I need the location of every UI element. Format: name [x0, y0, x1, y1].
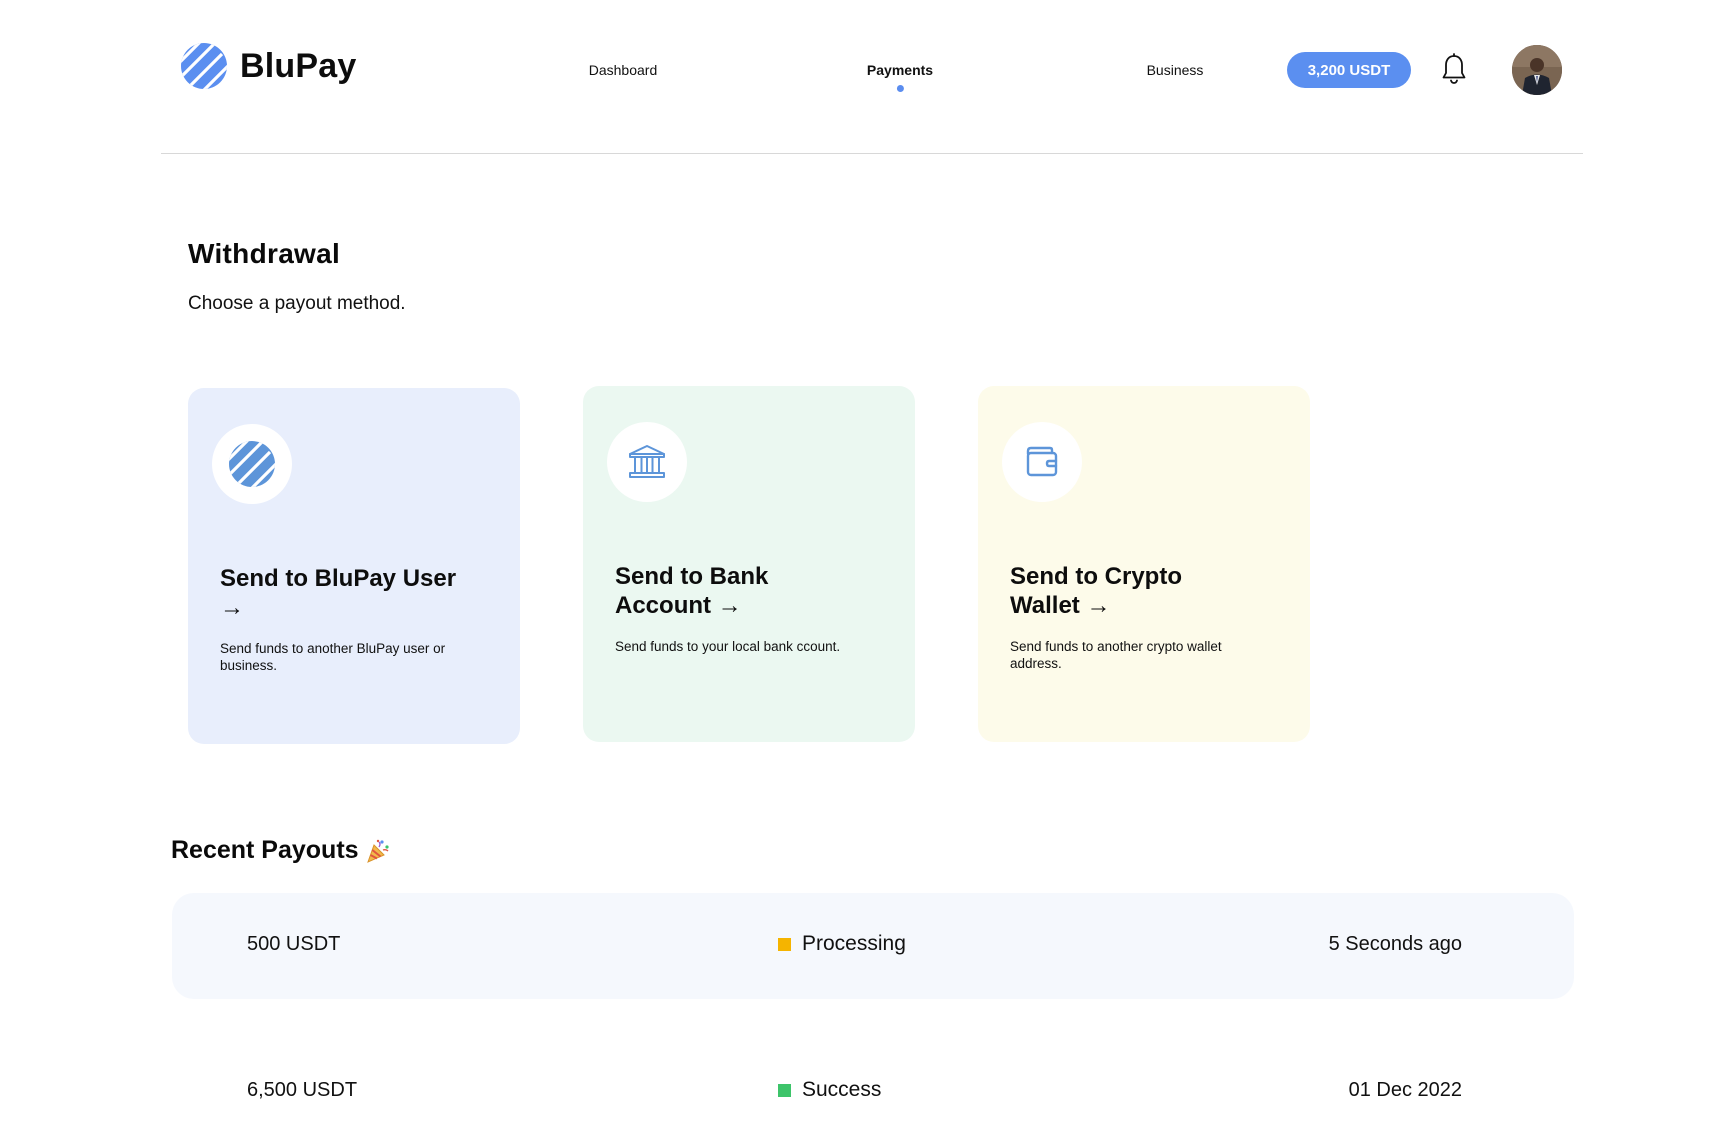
- page-title: Withdrawal: [188, 238, 341, 269]
- payout-status-label: Processing: [802, 932, 906, 955]
- card-description: Send funds to another crypto wallet addr…: [1010, 639, 1222, 671]
- blupay-logo-icon: [181, 43, 227, 89]
- card-title: Send to BluPay User →: [220, 565, 457, 621]
- active-nav-indicator: [896, 85, 904, 92]
- card-icon-badge: [1002, 422, 1082, 502]
- payout-status-label: Success: [802, 1078, 882, 1101]
- send-to-crypto-wallet-card[interactable]: Send to Crypto Wallet → Send funds to an…: [978, 386, 1310, 742]
- send-to-bank-account-card[interactable]: Send to Bank Account → Send funds to you…: [583, 386, 915, 742]
- nav-payments[interactable]: Payments: [866, 62, 934, 92]
- recent-payouts-title-text: Recent Payouts: [171, 836, 359, 864]
- payout-row[interactable]: 6,500 USDT Success 01 Dec 2022: [172, 1039, 1574, 1145]
- brand-name: BluPay: [240, 46, 357, 85]
- nav-dashboard[interactable]: Dashboard: [589, 62, 658, 78]
- payout-amount: 6,500 USDT: [247, 1079, 358, 1101]
- bell-icon[interactable]: [1440, 52, 1468, 86]
- top-header: BluPay Dashboard Payments Business 3,200…: [0, 0, 1728, 154]
- card-description: Send funds to your local bank ccount.: [615, 639, 841, 654]
- card-title: Send to Crypto Wallet →: [1010, 563, 1182, 619]
- party-popper-icon: [365, 838, 391, 864]
- status-indicator: [778, 937, 791, 951]
- payout-time: 5 Seconds ago: [1328, 933, 1462, 955]
- payout-time: 01 Dec 2022: [1348, 1079, 1462, 1101]
- payout-status: Success: [778, 1078, 881, 1102]
- status-indicator: [778, 1083, 791, 1097]
- blupay-logo-icon: [229, 441, 275, 487]
- user-avatar[interactable]: [1512, 45, 1562, 95]
- recent-payouts-title: Recent Payouts: [171, 836, 391, 865]
- send-to-blupay-user-card[interactable]: Send to BluPay User → Send funds to anot…: [188, 388, 520, 744]
- payout-row[interactable]: 500 USDT Processing 5 Seconds ago: [172, 893, 1574, 999]
- payout-amount: 500 USDT: [247, 933, 341, 955]
- wallet-icon: [1026, 446, 1058, 477]
- brand-logo[interactable]: BluPay: [180, 41, 356, 91]
- nav-business[interactable]: Business: [1147, 62, 1204, 78]
- header-divider: [161, 153, 1583, 154]
- bank-icon: [629, 445, 665, 478]
- payout-status: Processing: [778, 932, 906, 956]
- card-icon-badge: [212, 424, 292, 504]
- nav-payments-label: Payments: [866, 62, 934, 78]
- page-subtitle: Choose a payout method.: [188, 293, 406, 314]
- balance-button[interactable]: 3,200 USDT: [1287, 52, 1411, 88]
- card-description: Send funds to another BluPay user or bus…: [220, 641, 446, 673]
- card-icon-badge: [607, 422, 687, 502]
- card-title: Send to Bank Account →: [615, 563, 769, 619]
